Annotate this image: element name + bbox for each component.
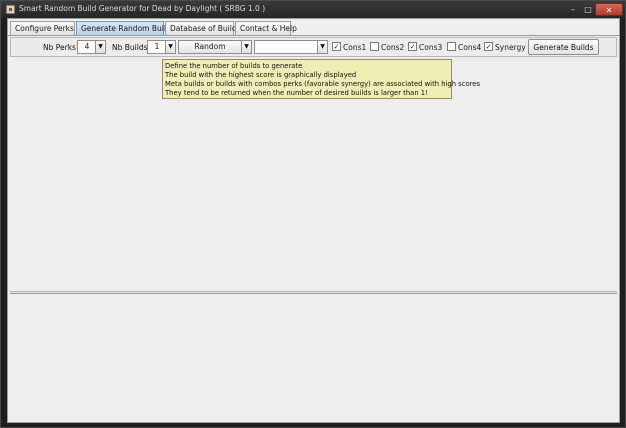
- checkbox-box[interactable]: [370, 42, 379, 51]
- nb-builds-value: 1: [154, 42, 160, 51]
- chevron-down-icon[interactable]: ▼: [317, 41, 327, 53]
- mode-value: Random: [194, 42, 226, 51]
- tooltip-line: Define the number of builds to generate: [165, 62, 303, 70]
- cons1-label: Cons1: [343, 43, 367, 52]
- nb-perks-value: 4: [84, 42, 90, 51]
- chevron-down-icon[interactable]: ▼: [241, 41, 251, 53]
- synergy-label: Synergy: [495, 43, 526, 52]
- filter-dropdown[interactable]: ▼: [254, 40, 328, 54]
- chevron-down-icon[interactable]: ▼: [165, 41, 175, 53]
- tooltip-line: They tend to be returned when the number…: [165, 89, 428, 97]
- cons4-label: Cons4: [458, 43, 482, 52]
- chevron-down-icon[interactable]: ▼: [95, 41, 105, 53]
- tab-database-of-builds[interactable]: Database of Builds: [165, 21, 241, 35]
- tooltip-line: Meta builds or builds with combos perks …: [165, 80, 480, 88]
- nb-builds-dropdown[interactable]: 1 ▼: [147, 40, 176, 54]
- tab-configure-perks[interactable]: Configure Perks: [10, 21, 75, 35]
- tab-divider: [8, 35, 619, 36]
- maximize-button[interactable]: □: [581, 3, 595, 16]
- filter-value: [255, 41, 317, 53]
- cons2-label: Cons2: [381, 43, 405, 52]
- mode-dropdown[interactable]: Random ▼: [178, 40, 252, 54]
- minimize-button[interactable]: –: [566, 3, 580, 16]
- tab-contact-help[interactable]: Contact & Help: [235, 21, 297, 35]
- results-area: [10, 294, 617, 422]
- checkbox-box[interactable]: ✓: [408, 42, 417, 51]
- title-bar[interactable]: Smart Random Build Generator for Dead by…: [1, 1, 625, 18]
- options-toolbar: Nb Perks 4 ▼ Nb Builds 1 ▼ Random ▼ ▼ ✓ …: [10, 37, 617, 57]
- tab-generate-random-builds[interactable]: Generate Random Builds: [76, 21, 175, 35]
- checkbox-box[interactable]: ✓: [484, 42, 493, 51]
- main-panel: Configure Perks Generate Random Builds D…: [7, 18, 620, 423]
- window-title: Smart Random Build Generator for Dead by…: [19, 4, 266, 13]
- app-icon: [6, 5, 15, 14]
- generate-builds-button[interactable]: Generate Builds: [528, 39, 599, 55]
- checkbox-box[interactable]: ✓: [332, 42, 341, 51]
- checkbox-box[interactable]: [447, 42, 456, 51]
- nb-perks-dropdown[interactable]: 4 ▼: [77, 40, 106, 54]
- nb-builds-label: Nb Builds: [112, 43, 148, 52]
- app-window: Smart Random Build Generator for Dead by…: [0, 0, 626, 428]
- help-tooltip: Define the number of builds to generate …: [162, 59, 480, 99]
- cons3-label: Cons3: [419, 43, 443, 52]
- nb-perks-label: Nb Perks: [43, 43, 76, 52]
- tooltip-line: The build with the highest score is grap…: [165, 71, 357, 79]
- close-button[interactable]: ✕: [595, 3, 623, 16]
